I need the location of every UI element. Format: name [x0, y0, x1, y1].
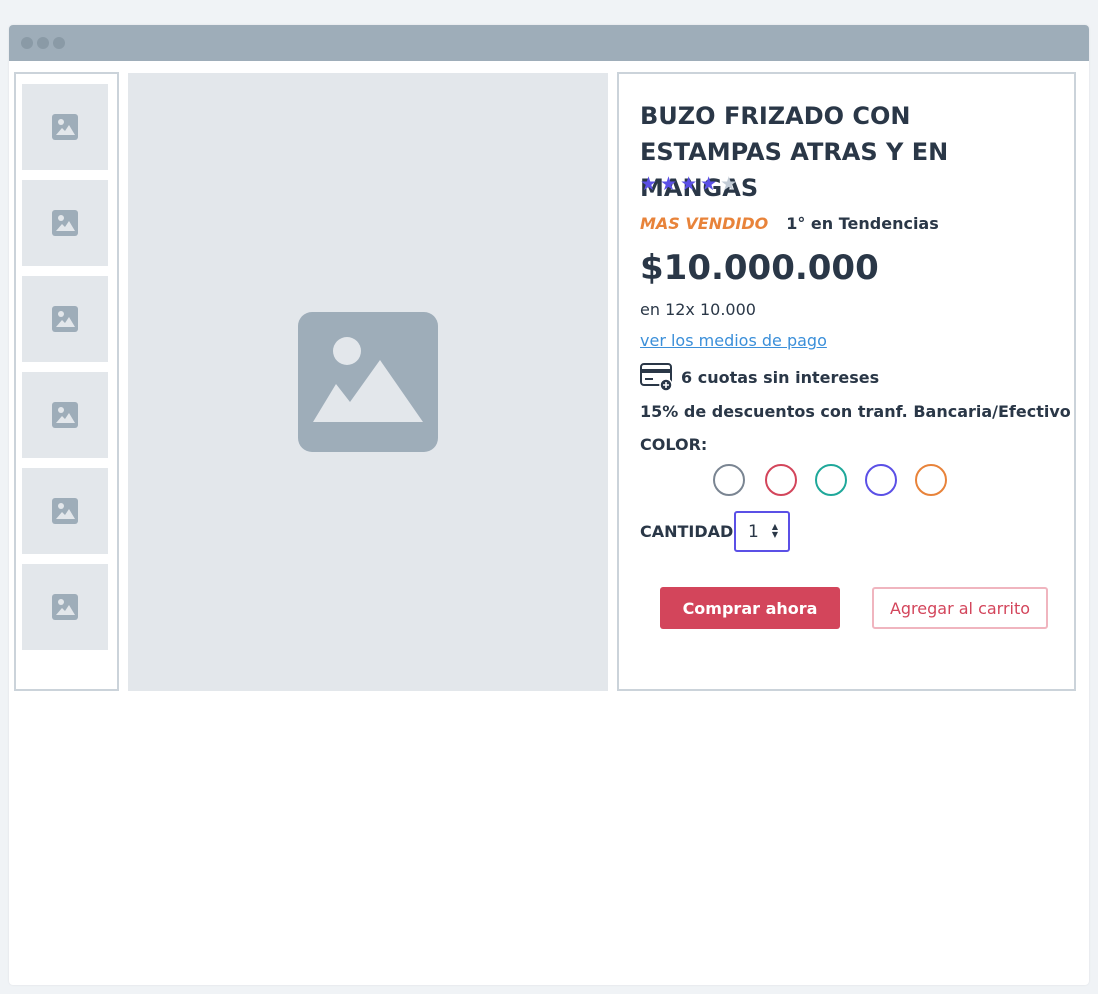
star-filled-icon: ★ [660, 173, 678, 195]
window-dot-icon [53, 37, 65, 49]
best-seller-badge: MAS VENDIDO [640, 214, 769, 233]
color-swatch-red[interactable] [765, 464, 797, 496]
image-icon [52, 498, 78, 524]
cuotas-text: 6 cuotas sin intereses [681, 367, 880, 387]
image-icon [298, 312, 438, 452]
quantity-select[interactable]: 1 ▲ ▼ [734, 511, 790, 552]
window-dot-icon [21, 37, 33, 49]
trend-rank: 1° en Tendencias [786, 214, 939, 233]
quantity-value: 1 [748, 521, 759, 542]
star-filled-icon: ★ [700, 173, 718, 195]
thumbnail[interactable] [22, 276, 108, 362]
thumbnail[interactable] [22, 372, 108, 458]
image-icon [52, 210, 78, 236]
color-swatch-teal[interactable] [815, 464, 847, 496]
installments-text: en 12x 10.000 [640, 300, 756, 319]
product-info-panel: BUZO FRIZADO CON ESTAMPAS ATRAS Y EN MAN… [617, 72, 1076, 691]
buy-now-button[interactable]: Comprar ahora [660, 587, 840, 629]
thumbnail[interactable] [22, 564, 108, 650]
color-label: COLOR: [640, 435, 708, 454]
image-icon [52, 306, 78, 332]
badge-row: MAS VENDIDO 1° en Tendencias [640, 214, 939, 233]
thumbnail[interactable] [22, 84, 108, 170]
cuotas-row: 6 cuotas sin intereses [640, 363, 879, 391]
star-empty-icon: ★ [720, 173, 738, 195]
rating-stars: ★ ★ ★ ★ ★ [640, 174, 737, 194]
add-to-cart-button[interactable]: Agregar al carrito [872, 587, 1048, 629]
color-swatch-gray[interactable] [713, 464, 745, 496]
image-icon [52, 114, 78, 140]
payment-methods-link[interactable]: ver los medios de pago [640, 331, 827, 350]
thumbnail-gallery [14, 72, 119, 691]
thumbnail[interactable] [22, 468, 108, 554]
star-filled-icon: ★ [640, 173, 658, 195]
window-titlebar [9, 25, 1089, 61]
star-filled-icon: ★ [680, 173, 698, 195]
discount-text: 15% de descuentos con tranf. Bancaria/Ef… [640, 402, 1071, 421]
thumbnail[interactable] [22, 180, 108, 266]
window-dot-icon [37, 37, 49, 49]
quantity-label: CANTIDAD: [640, 522, 740, 541]
color-swatch-purple[interactable] [865, 464, 897, 496]
browser-window: BUZO FRIZADO CON ESTAMPAS ATRAS Y EN MAN… [9, 25, 1089, 985]
select-arrows-icon: ▲ ▼ [771, 522, 778, 539]
product-price: $10.000.000 [640, 248, 879, 288]
credit-card-icon [640, 363, 673, 391]
image-icon [52, 594, 78, 620]
color-swatch-orange[interactable] [915, 464, 947, 496]
main-product-image [128, 73, 608, 691]
image-icon [52, 402, 78, 428]
